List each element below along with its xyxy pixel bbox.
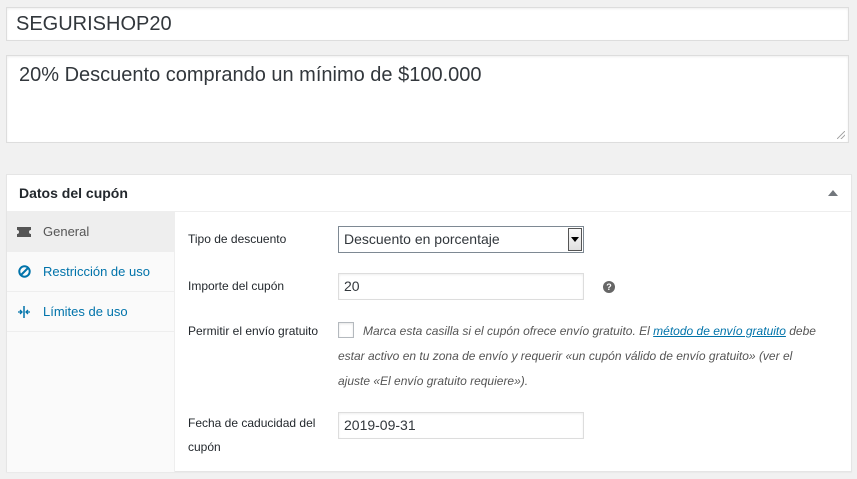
free-shipping-text-1: Marca esta casilla si el cupón ofrece en… [363,324,654,338]
tab-usage-restriction-label: Restricción de uso [43,264,150,279]
general-panel: Tipo de descuento Descuento en porcentaj… [175,212,851,471]
free-shipping-method-link[interactable]: método de envío gratuito [653,324,786,338]
tab-usage-limits-label: Límites de uso [43,304,128,319]
coupon-data-metabox: Datos del cupón General Restricción de u… [6,174,852,472]
coupon-description-text: 20% Descuento comprando un mínimo de $10… [19,64,482,86]
metabox-title: Datos del cupón [19,185,128,201]
metabox-header[interactable]: Datos del cupón [7,175,851,212]
tab-usage-restriction[interactable]: Restricción de uso [7,252,174,292]
discount-type-value: Descuento en porcentaje [344,231,500,247]
ticket-icon [17,225,31,239]
discount-type-select[interactable]: Descuento en porcentaje [338,226,584,253]
resize-grip-icon[interactable] [837,131,845,139]
help-icon[interactable]: ? [603,281,615,293]
coupon-description-textarea[interactable]: 20% Descuento comprando un mínimo de $10… [6,55,849,143]
collapse-arrow-icon[interactable] [828,190,838,196]
tab-usage-limits[interactable]: Límites de uso [7,292,174,332]
free-shipping-label: Permitir el envío gratuito [188,324,319,338]
expiry-date-label: Fecha de caducidad del cupón [188,416,316,454]
coupon-data-tabs: General Restricción de uso Límites de us… [7,212,175,472]
no-entry-icon [17,265,31,279]
discount-type-label: Tipo de descuento [188,232,287,246]
limits-icon [17,305,31,319]
free-shipping-description: Marca esta casilla si el cupón ofrece en… [338,319,818,394]
coupon-amount-input[interactable]: 20 [338,273,584,300]
tab-general-label: General [43,224,90,239]
coupon-code-input[interactable]: SEGURISHOP20 [6,7,849,41]
chevron-down-icon[interactable] [568,228,582,251]
coupon-amount-label: Importe del cupón [188,279,285,293]
tab-general[interactable]: General [7,212,174,252]
expiry-date-input[interactable]: 2019-09-31 [338,412,584,439]
